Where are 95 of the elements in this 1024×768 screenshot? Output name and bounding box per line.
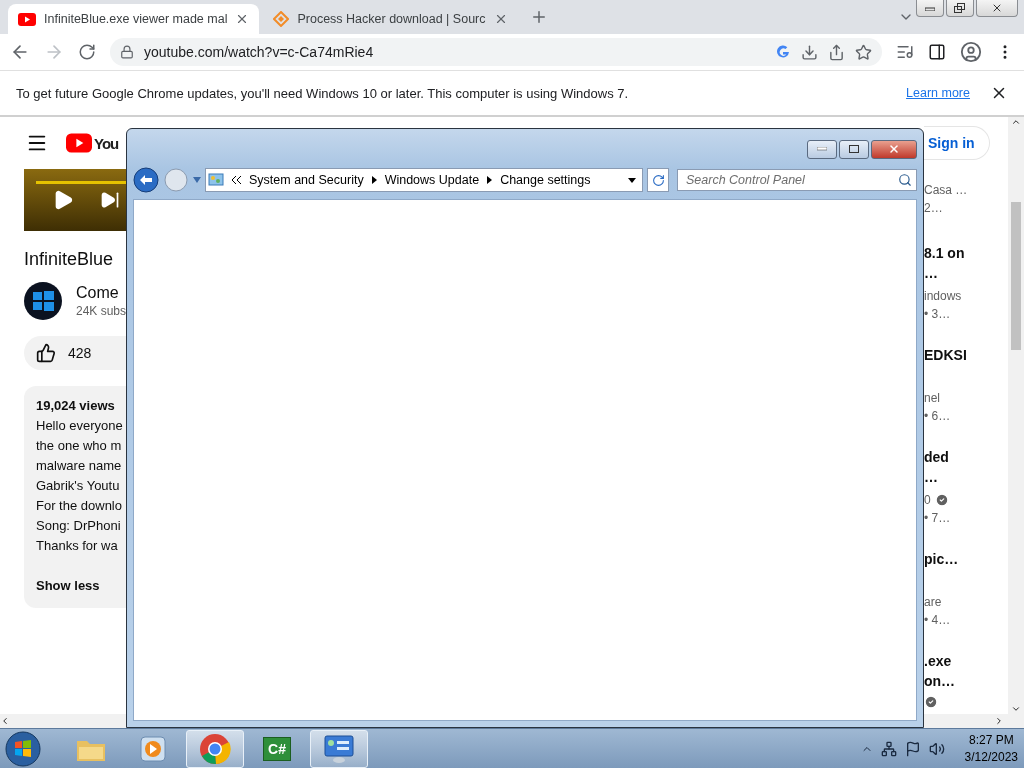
lock-icon bbox=[120, 45, 134, 59]
flag-icon[interactable] bbox=[904, 740, 921, 757]
sign-in-button[interactable]: Sign in bbox=[924, 126, 990, 160]
scroll-left-icon[interactable] bbox=[0, 716, 10, 726]
scroll-up-icon[interactable] bbox=[1011, 117, 1021, 127]
scroll-down-icon[interactable] bbox=[1011, 704, 1021, 714]
clock-date[interactable]: 3/12/2023 bbox=[964, 748, 1018, 766]
play-icon bbox=[139, 734, 167, 763]
control-panel-icon bbox=[323, 733, 355, 764]
description-line: Hello everyone bbox=[36, 417, 124, 435]
logo-icon bbox=[66, 133, 92, 153]
video-meta: indows bbox=[924, 288, 962, 305]
caret-icon[interactable] bbox=[628, 177, 636, 183]
browser-icon bbox=[199, 732, 231, 765]
description-line: Gabrik's Youtu bbox=[36, 477, 121, 495]
taskbar-app[interactable]: C# bbox=[248, 729, 306, 768]
share-icon[interactable] bbox=[828, 43, 845, 61]
maximize-button[interactable] bbox=[839, 139, 869, 159]
learn-more-link[interactable]: Learn more bbox=[906, 86, 970, 100]
show-less-link[interactable]: Show less bbox=[36, 576, 126, 596]
browser-tab[interactable]: Process Hacker download | Sourc bbox=[263, 4, 518, 34]
video-meta: 0 bbox=[924, 492, 931, 509]
code-editor-icon: C# bbox=[263, 736, 291, 761]
description-line: Song: DrPhoni bbox=[36, 517, 122, 535]
video-meta: • 6… bbox=[924, 408, 951, 425]
control-panel-icon bbox=[208, 172, 224, 188]
breadcrumb-item[interactable]: Windows Update bbox=[384, 173, 480, 187]
browser-tab[interactable]: InfiniteBlue.exe viewer made mal bbox=[8, 4, 260, 34]
profile-icon[interactable] bbox=[960, 41, 982, 63]
channel-avatar[interactable] bbox=[24, 282, 62, 320]
refresh-icon[interactable] bbox=[647, 168, 669, 192]
video-meta: 2… bbox=[924, 200, 943, 217]
breadcrumb-item[interactable]: Change settings bbox=[500, 173, 591, 187]
network-icon[interactable] bbox=[880, 740, 897, 757]
description-line: malware name bbox=[36, 457, 123, 475]
media-list-icon[interactable] bbox=[896, 43, 914, 61]
video-title[interactable]: .exe bbox=[924, 651, 1008, 671]
video-meta: Casa … bbox=[924, 182, 968, 199]
next-icon[interactable] bbox=[100, 190, 120, 210]
taskbar-app[interactable] bbox=[186, 729, 244, 768]
subscriber-count: 24K subs bbox=[76, 304, 126, 318]
overflow-chevron-icon[interactable] bbox=[232, 176, 241, 184]
video-title[interactable]: pic… bbox=[924, 549, 1008, 569]
minimize-button[interactable] bbox=[807, 139, 837, 159]
logo-text[interactable]: You bbox=[94, 134, 119, 152]
video-title[interactable]: on… bbox=[924, 671, 1008, 691]
address-bar[interactable]: youtube.com/watch?v=c-Ca74mRie4 bbox=[110, 38, 882, 66]
maximize-icon bbox=[849, 145, 859, 153]
video-title[interactable]: ded bbox=[924, 447, 1008, 467]
back-icon[interactable] bbox=[133, 167, 159, 193]
scroll-right-icon[interactable] bbox=[994, 716, 1004, 726]
side-panel-icon[interactable] bbox=[928, 43, 946, 61]
address-bar[interactable]: System and Security Windows Update Change settings bbox=[205, 168, 643, 192]
diamond-icon bbox=[273, 11, 290, 27]
video-title[interactable]: … bbox=[924, 467, 1008, 487]
description-line: For the downlo bbox=[36, 497, 123, 515]
search-box[interactable]: Search Control Panel bbox=[677, 169, 917, 191]
search-icon[interactable] bbox=[898, 173, 912, 187]
video-meta: • 4… bbox=[924, 612, 951, 629]
star-icon[interactable] bbox=[855, 43, 872, 61]
minimize-icon bbox=[925, 5, 935, 11]
volume-icon[interactable] bbox=[928, 740, 945, 757]
video-title[interactable]: … bbox=[924, 263, 1008, 283]
video-icon bbox=[18, 12, 36, 26]
description-line: Thanks for wa bbox=[36, 537, 119, 555]
scrollbar-thumb[interactable] bbox=[1011, 201, 1021, 350]
video-meta: • 3… bbox=[924, 306, 951, 323]
view-count: 19,024 views bbox=[36, 397, 116, 415]
restore-button[interactable] bbox=[946, 0, 974, 17]
breadcrumb-item[interactable]: System and Security bbox=[249, 173, 364, 187]
description-line: the one who m bbox=[36, 437, 123, 455]
update-message: To get future Google Chrome updates, you'll need Windows 10 or later. This computer is using Windows 7. bbox=[16, 85, 630, 101]
breadcrumb-arrow-icon[interactable] bbox=[371, 176, 377, 184]
video-meta: • 7… bbox=[924, 510, 951, 527]
restore-icon bbox=[954, 3, 966, 13]
minimize-icon bbox=[817, 147, 827, 151]
download-icon[interactable] bbox=[801, 43, 818, 61]
close-icon bbox=[888, 143, 900, 155]
like-button[interactable]: 428 bbox=[24, 336, 126, 370]
video-player[interactable] bbox=[24, 169, 126, 231]
video-title: InfiniteBlue bbox=[24, 249, 115, 270]
g-logo-icon[interactable] bbox=[775, 44, 791, 60]
video-meta: are bbox=[924, 594, 942, 611]
clock-time[interactable]: 8:27 PM bbox=[964, 731, 1018, 749]
start-button[interactable] bbox=[2, 729, 44, 768]
thumbs-up-icon bbox=[36, 343, 56, 363]
breadcrumb-arrow-icon[interactable] bbox=[487, 176, 493, 184]
video-title[interactable]: EDKSI bbox=[924, 345, 1008, 365]
video-title[interactable]: 8.1 on bbox=[924, 243, 1008, 263]
close-button[interactable] bbox=[871, 139, 917, 159]
close-icon bbox=[991, 2, 1003, 14]
reload-icon[interactable] bbox=[78, 43, 96, 61]
video-meta: nel bbox=[924, 390, 940, 407]
taskbar-app[interactable] bbox=[310, 729, 368, 768]
channel-name[interactable]: Come bbox=[76, 284, 126, 302]
